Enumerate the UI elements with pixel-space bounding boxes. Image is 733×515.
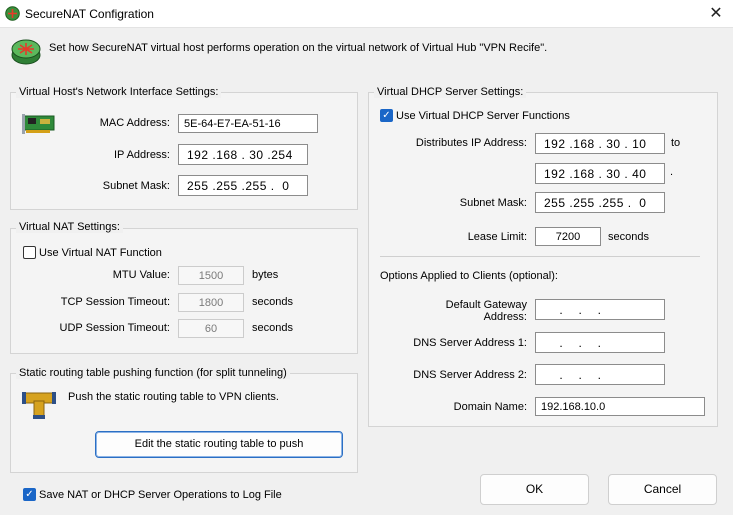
host-settings-label: Virtual Host's Network Interface Setting…	[16, 86, 222, 98]
use-dhcp-checkbox[interactable]: ✓	[380, 109, 393, 122]
router-icon	[10, 35, 42, 67]
dns1-label: DNS Server Address 1:	[413, 337, 527, 349]
end-dot-label: .	[670, 166, 674, 178]
save-log-label[interactable]: Save NAT or DHCP Server Operations to Lo…	[39, 489, 282, 501]
lease-limit-unit: seconds	[608, 231, 649, 243]
close-icon[interactable]: ✕	[705, 3, 727, 25]
ip-address-field[interactable]: 192 .168 . 30 .254	[178, 144, 308, 165]
domain-name-field[interactable]: 192.168.10.0	[535, 397, 705, 416]
to-label: to	[671, 137, 681, 149]
nat-settings-label: Virtual NAT Settings:	[16, 221, 123, 233]
domain-name-label: Domain Name:	[453, 401, 527, 413]
lease-limit-label: Lease Limit:	[467, 231, 527, 243]
mtu-field[interactable]: 1500	[178, 266, 244, 285]
udp-timeout-unit: seconds	[252, 322, 293, 334]
mtu-label: MTU Value:	[112, 269, 170, 281]
udp-timeout-label: UDP Session Timeout:	[59, 322, 170, 334]
dns1-field[interactable]: . . .	[535, 332, 665, 353]
routing-description: Push the static routing table to VPN cli…	[68, 391, 279, 403]
default-gateway-label: Default Gateway	[445, 299, 527, 311]
use-dhcp-label[interactable]: Use Virtual DHCP Server Functions	[396, 110, 570, 122]
dhcp-divider	[380, 256, 700, 257]
pipe-junction-icon	[22, 389, 56, 419]
cancel-button[interactable]: Cancel	[608, 474, 717, 505]
mac-address-field[interactable]: 5E-64-E7-EA-51-16	[178, 114, 318, 133]
dhcp-end-ip-field[interactable]: 192 .168 . 30 . 40	[535, 163, 665, 184]
use-nat-label[interactable]: Use Virtual NAT Function	[39, 247, 162, 259]
distributes-ip-label: Distributes IP Address:	[415, 137, 527, 149]
subnet-mask-label: Subnet Mask:	[102, 180, 170, 192]
udp-timeout-field[interactable]: 60	[178, 319, 244, 338]
ok-button[interactable]: OK	[480, 474, 589, 505]
save-log-checkbox[interactable]: ✓	[23, 488, 36, 501]
header-description: Set how SecureNAT virtual host performs …	[49, 42, 548, 54]
routing-group	[10, 373, 358, 473]
mtu-unit: bytes	[252, 269, 279, 281]
dhcp-subnet-mask-field[interactable]: 255 .255 .255 . 0	[535, 192, 665, 213]
ip-address-label: IP Address:	[113, 149, 170, 161]
routing-group-label: Static routing table pushing function (f…	[16, 367, 290, 379]
tcp-timeout-unit: seconds	[252, 296, 293, 308]
default-gateway-label-2: Address:	[483, 311, 527, 323]
window-title: SecureNAT Configration	[25, 7, 154, 21]
client-options-label: Options Applied to Clients (optional):	[380, 270, 558, 282]
tcp-timeout-label: TCP Session Timeout:	[60, 296, 170, 308]
dns2-label: DNS Server Address 2:	[413, 369, 527, 381]
dhcp-subnet-mask-label: Subnet Mask:	[459, 197, 527, 209]
dhcp-settings-label: Virtual DHCP Server Settings:	[374, 86, 527, 98]
tcp-timeout-field[interactable]: 1800	[178, 293, 244, 312]
subnet-mask-field[interactable]: 255 .255 .255 . 0	[178, 175, 308, 196]
use-nat-checkbox[interactable]	[23, 246, 36, 259]
mac-address-label: MAC Address:	[99, 117, 170, 129]
network-card-icon	[22, 110, 56, 138]
lease-limit-field[interactable]: 7200	[535, 227, 601, 246]
default-gateway-field[interactable]: . . .	[535, 299, 665, 320]
dns2-field[interactable]: . . .	[535, 364, 665, 385]
edit-routing-table-button[interactable]: Edit the static routing table to push	[95, 431, 343, 458]
router-icon	[5, 6, 20, 21]
dhcp-start-ip-field[interactable]: 192 .168 . 30 . 10	[535, 133, 665, 154]
